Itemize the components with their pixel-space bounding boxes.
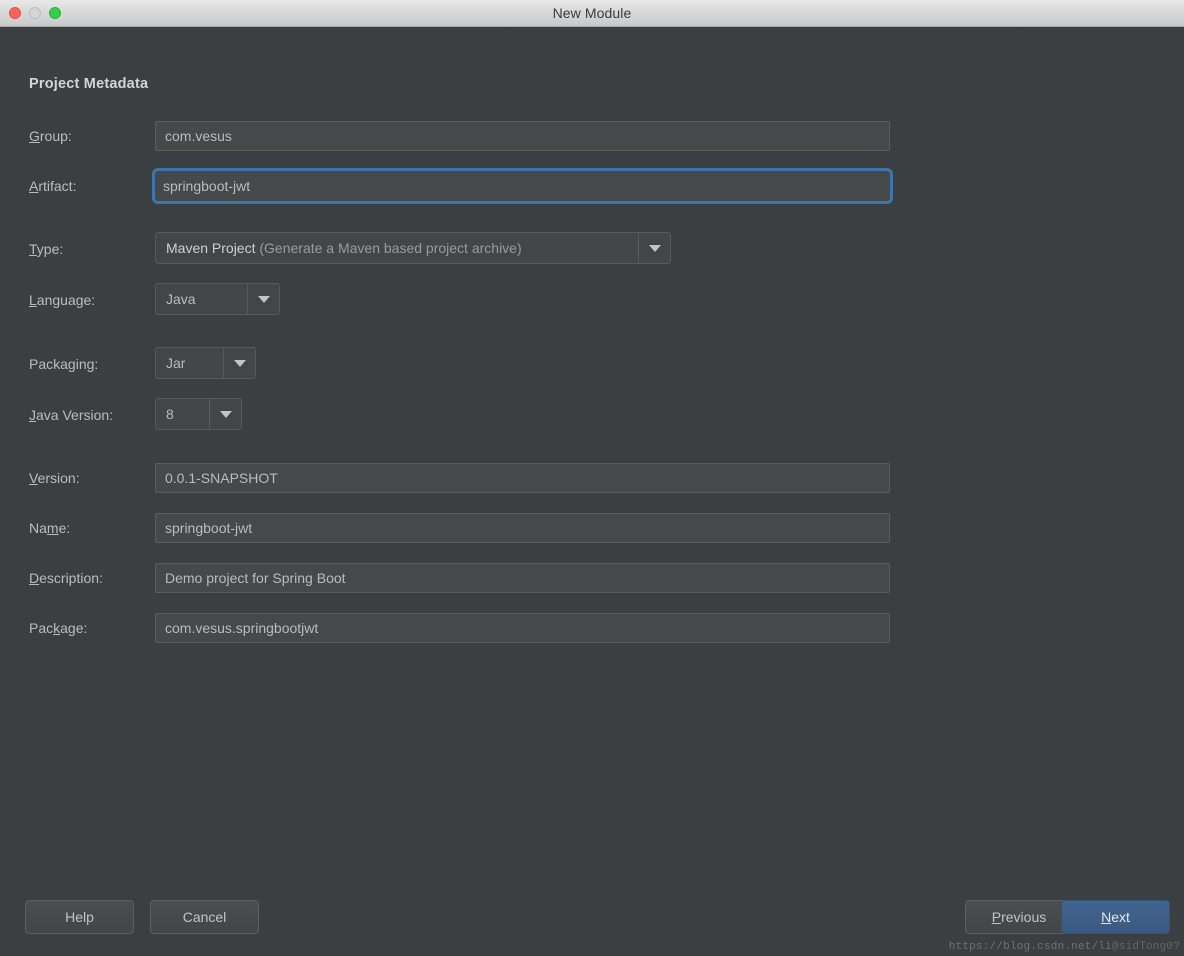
watermark-overlap: @sidTong0? — [1111, 941, 1180, 953]
type-label: Type: — [29, 241, 64, 257]
java-version-label: Java Version: — [29, 407, 114, 423]
artifact-label: Artifact: — [29, 178, 77, 194]
dialog-footer: Help Cancel Previous Next https://blog.c… — [0, 888, 1184, 956]
group-input[interactable] — [155, 121, 890, 151]
type-combobox[interactable]: Maven Project (Generate a Maven based pr… — [155, 232, 671, 264]
java-version-combobox[interactable]: 8 — [155, 398, 242, 430]
chevron-down-icon[interactable] — [223, 348, 255, 378]
language-combobox-value: Java — [166, 291, 196, 307]
java-version-combobox-value: 8 — [166, 406, 174, 422]
cancel-button[interactable]: Cancel — [150, 900, 259, 934]
window-title: New Module — [552, 5, 632, 21]
packaging-combobox[interactable]: Jar — [155, 347, 256, 379]
window-titlebar: New Module — [0, 0, 1184, 27]
watermark-url: https://blog.csdn.net/li — [948, 941, 1112, 953]
artifact-input[interactable] — [152, 168, 893, 204]
section-title: Project Metadata — [29, 76, 149, 92]
zoom-button[interactable] — [49, 7, 61, 19]
packaging-label: Packaging: — [29, 356, 99, 372]
chevron-down-icon[interactable] — [638, 233, 670, 263]
version-label: Version: — [29, 470, 80, 486]
type-combobox-value: Maven Project (Generate a Maven based pr… — [156, 233, 638, 263]
packaging-combobox-value: Jar — [166, 355, 186, 371]
dialog-body: Project Metadata Group: Artifact: Type: … — [0, 27, 1184, 956]
type-value-dim: (Generate a Maven based project archive) — [259, 240, 522, 256]
close-button[interactable] — [9, 7, 21, 19]
name-input[interactable] — [155, 513, 890, 543]
version-input[interactable] — [155, 463, 890, 493]
next-button[interactable]: Next — [1061, 900, 1170, 934]
language-combobox[interactable]: Java — [155, 283, 280, 315]
name-label: Name: — [29, 520, 71, 536]
chevron-down-icon[interactable] — [209, 399, 241, 429]
watermark: https://blog.csdn.net/li@sidTong0? — [949, 941, 1180, 953]
package-label: Package: — [29, 620, 88, 636]
group-label: Group: — [29, 128, 72, 144]
previous-button[interactable]: Previous — [965, 900, 1073, 934]
type-value-strong: Maven Project — [166, 240, 256, 256]
description-label: Description: — [29, 570, 103, 586]
package-input[interactable] — [155, 613, 890, 643]
description-input[interactable] — [155, 563, 890, 593]
chevron-down-icon[interactable] — [247, 284, 279, 314]
help-button[interactable]: Help — [25, 900, 134, 934]
language-label: Language: — [29, 292, 96, 308]
window-controls — [9, 0, 61, 26]
minimize-button[interactable] — [29, 7, 41, 19]
